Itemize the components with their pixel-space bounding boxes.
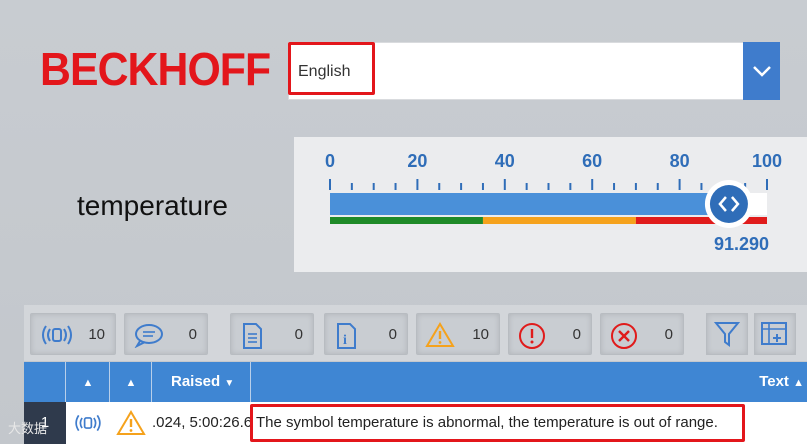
- filter-icon: [714, 322, 740, 347]
- sort-desc-icon: ▼: [224, 378, 235, 389]
- column-number-header[interactable]: [24, 362, 66, 402]
- warning-icon: [425, 322, 455, 347]
- alarm-broadcast-icon: [42, 325, 72, 345]
- temperature-slider-panel: 0 20 40 60 80 100 91.290: [294, 137, 807, 272]
- alarm-toolbar: 10 0 0 i 0 10 0 0: [24, 305, 807, 361]
- scale-tick-label: 80: [670, 151, 690, 171]
- column-severity-header[interactable]: ▲: [110, 362, 152, 402]
- row-severity-cell: [110, 402, 152, 444]
- warning-icon: [116, 410, 146, 435]
- error-count: 0: [572, 326, 581, 343]
- row-text-highlight-box: [250, 404, 745, 442]
- column-raised-header[interactable]: Raised ▼: [152, 362, 251, 402]
- language-dropdown-button[interactable]: [743, 42, 780, 100]
- temperature-label: temperature: [77, 190, 228, 221]
- error-icon: [519, 323, 545, 349]
- filter-warning-button[interactable]: 10: [416, 313, 500, 355]
- language-highlight-box: [288, 42, 375, 95]
- filter-alarm-button[interactable]: 10: [30, 313, 116, 355]
- svg-text:i: i: [343, 333, 347, 348]
- filter-settings-button[interactable]: [706, 313, 748, 355]
- raised-header-label: Raised: [171, 373, 221, 390]
- chevron-down-icon: [752, 66, 771, 77]
- document-icon: [243, 323, 262, 349]
- message-bubble-icon: [134, 324, 163, 348]
- beckhoff-logo: BECKHOFF: [40, 43, 271, 95]
- slider-value-readout: 91.290: [713, 234, 769, 254]
- filter-error-button[interactable]: 0: [508, 313, 592, 355]
- warning-count: 10: [472, 326, 489, 343]
- row-alarm-icon-cell: [66, 402, 110, 444]
- table-columns-icon: [761, 322, 787, 345]
- filter-critical-button[interactable]: 0: [600, 313, 684, 355]
- column-icon-header[interactable]: ▲: [66, 362, 110, 402]
- alarm-count: 10: [88, 326, 105, 343]
- document-count: 0: [294, 326, 303, 343]
- range-segment-bar: [482, 217, 636, 224]
- filter-document-button[interactable]: 0: [230, 313, 314, 355]
- info-count: 0: [388, 326, 397, 343]
- scale-tick-label: 0: [325, 151, 335, 171]
- slider-track-fill: [330, 193, 729, 215]
- filter-message-button[interactable]: 0: [124, 313, 208, 355]
- row-raised-cell: .024, 5:00:26.6: [152, 414, 251, 431]
- filter-info-button[interactable]: i 0: [324, 313, 408, 355]
- text-header-label: Text: [759, 373, 789, 390]
- message-count: 0: [188, 326, 197, 343]
- column-text-header[interactable]: Text ▲: [251, 362, 807, 402]
- sort-icon: ▲: [793, 377, 804, 389]
- info-icon: i: [337, 323, 356, 349]
- watermark: 大数据: [8, 421, 48, 436]
- slider-handle: [709, 185, 748, 223]
- scale-tick-label: 60: [582, 151, 602, 171]
- alarm-broadcast-icon: [75, 414, 101, 432]
- critical-error-icon: [611, 323, 637, 349]
- alarm-table-header: ▲ ▲ Raised ▼ Text ▲: [24, 362, 807, 402]
- range-segment-bar: [330, 217, 483, 224]
- scale-tick-label: 100: [752, 151, 782, 171]
- sort-icon: ▲: [125, 377, 137, 389]
- critical-count: 0: [664, 326, 673, 343]
- column-settings-button[interactable]: [754, 313, 796, 355]
- scale-tick-label: 20: [407, 151, 427, 171]
- scale-tick-label: 40: [495, 151, 515, 171]
- sort-icon: ▲: [82, 377, 94, 389]
